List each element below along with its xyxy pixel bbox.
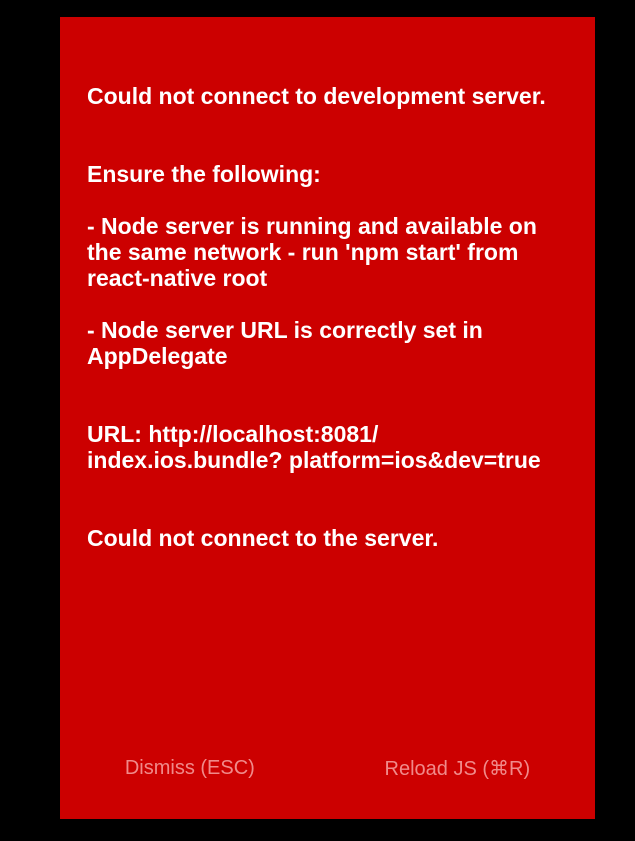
action-bar: Dismiss (ESC) Reload JS (⌘R) [60,753,595,783]
reload-js-button[interactable]: Reload JS (⌘R) [375,752,541,785]
instruction-url-set: - Node server URL is correctly set in Ap… [87,317,483,369]
error-message: Could not connect to development server.… [87,57,577,603]
error-title: Could not connect to development server. [87,83,546,109]
bundle-url: URL: http://localhost:8081/ index.ios.bu… [87,421,541,473]
redbox-error-screen: Could not connect to development server.… [60,17,595,819]
instruction-node-running: - Node server is running and available o… [87,213,537,291]
dismiss-button[interactable]: Dismiss (ESC) [115,753,265,784]
connection-error: Could not connect to the server. [87,525,439,551]
instructions-heading: Ensure the following: [87,161,321,187]
